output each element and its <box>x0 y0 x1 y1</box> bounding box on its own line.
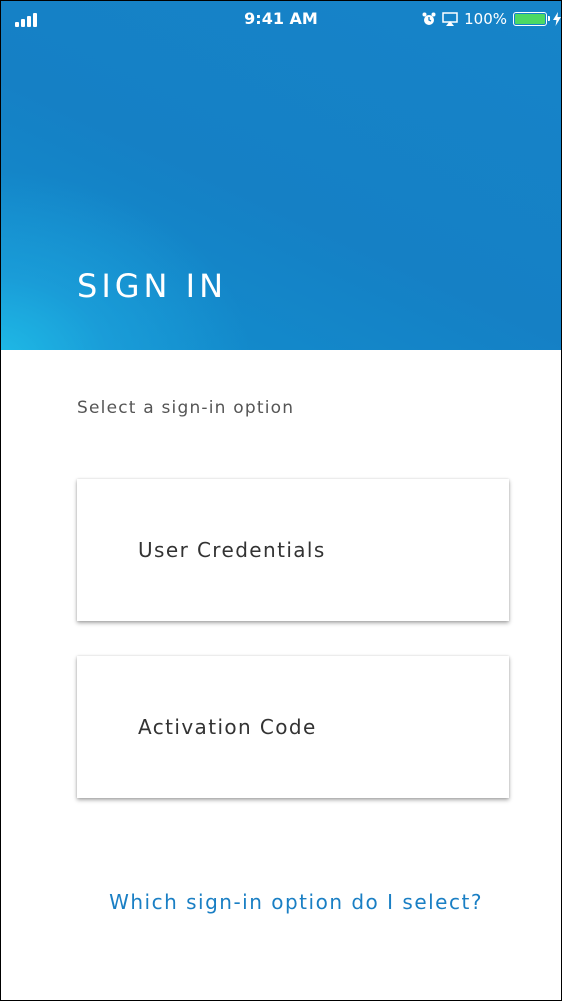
app-screen: 9:41 AM 100% SIGN IN Select a sign-in op… <box>0 0 562 1001</box>
user-credentials-option[interactable]: User Credentials <box>77 479 509 621</box>
page-title: SIGN IN <box>77 267 228 305</box>
user-credentials-label: User Credentials <box>138 538 326 562</box>
airplay-icon <box>442 12 458 26</box>
alarm-icon <box>422 12 436 25</box>
charging-bolt-icon <box>553 12 561 26</box>
battery-percent: 100% <box>464 10 507 28</box>
status-bar: 9:41 AM 100% <box>1 1 561 35</box>
battery-icon <box>513 12 550 26</box>
status-right-group: 100% <box>422 9 561 29</box>
sign-in-help-link[interactable]: Which sign-in option do I select? <box>81 891 511 913</box>
header-banner: 9:41 AM 100% SIGN IN <box>1 1 561 350</box>
sign-in-prompt: Select a sign-in option <box>77 398 295 418</box>
activation-code-option[interactable]: Activation Code <box>77 656 509 798</box>
activation-code-label: Activation Code <box>138 715 317 739</box>
